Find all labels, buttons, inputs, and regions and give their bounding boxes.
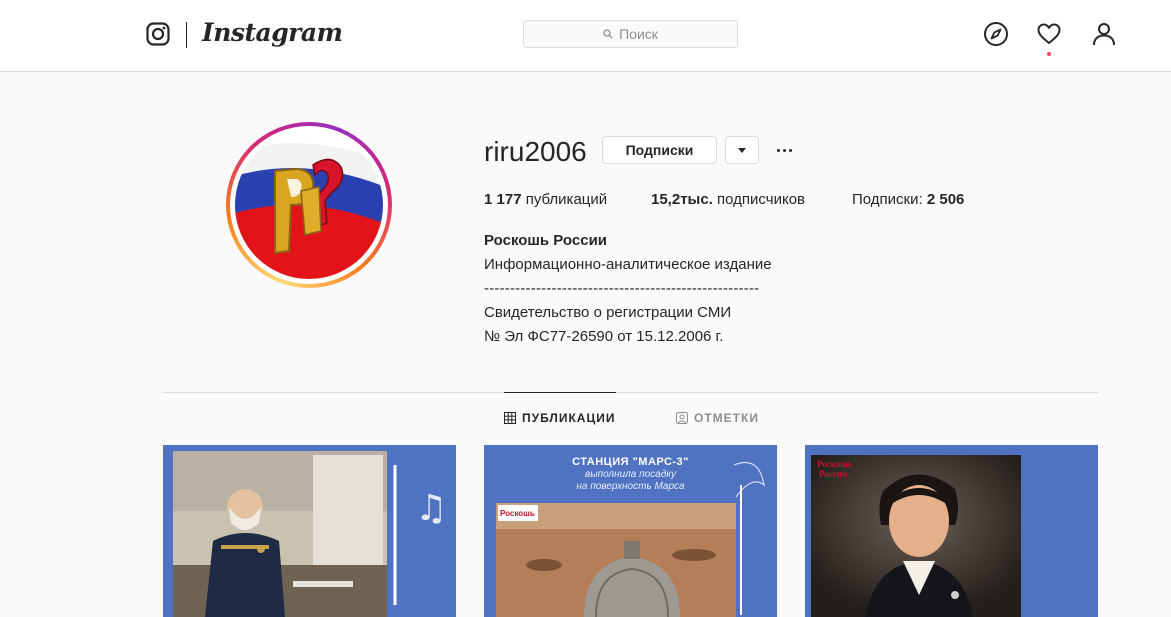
following-button[interactable]: Подписки [602, 136, 717, 164]
post-image-general-portrait: ♫ [163, 445, 456, 617]
posts-label: публикаций [525, 191, 608, 208]
tab-posts-label: ПУБЛИКАЦИИ [522, 411, 616, 425]
posts-count-stat: 1 177 публикаций [484, 191, 607, 208]
post-caption-title: СТАНЦИЯ "МАРС-3" [572, 456, 689, 468]
search-icon [603, 29, 613, 39]
grid-icon [504, 412, 516, 424]
suggestions-dropdown-button[interactable] [725, 136, 759, 164]
active-tab-indicator [504, 392, 616, 393]
instagram-wordmark[interactable]: Instagram [202, 18, 343, 47]
tab-tagged[interactable]: ОТМЕТКИ [676, 411, 759, 425]
bio-line-4: № Эл ФС77-26590 от 15.12.2006 г. [484, 328, 724, 345]
following-count: 2 506 [926, 191, 965, 208]
post-image-nobleman-portrait: Роскошь России [805, 445, 1098, 617]
notification-dot [1047, 52, 1051, 56]
bio-line-3: Свидетельство о регистрации СМИ [484, 304, 732, 321]
svg-text:Роскошь: Роскошь [500, 509, 535, 518]
avatar [235, 131, 383, 279]
posts-count: 1 177 [484, 191, 522, 208]
bio-line-1: Информационно-аналитическое издание [484, 256, 772, 273]
profile-username: riru2006 [484, 136, 587, 167]
tab-posts[interactable]: ПУБЛИКАЦИИ [504, 411, 615, 425]
followers-link[interactable]: 15,2тыс. подписчиков [651, 191, 805, 208]
user-icon[interactable] [1091, 21, 1117, 47]
profile-full-name: Роскошь России [484, 232, 608, 249]
tab-tagged-label: ОТМЕТКИ [694, 411, 759, 425]
russia-flag-logo-image [235, 131, 383, 279]
instagram-glyph-icon[interactable] [146, 22, 170, 46]
search-placeholder: Поиск [619, 26, 658, 42]
followers-count: 15,2тыс. [651, 191, 713, 208]
logo-divider [186, 22, 187, 48]
heart-icon[interactable] [1036, 21, 1062, 47]
bio-divider-line: ----------------------------------------… [484, 280, 760, 297]
followers-label: подписчиков [717, 191, 806, 208]
post-caption-subtitle: выполнила посадку на поверхность Марса [576, 469, 685, 492]
post-thumbnail[interactable]: ♫ [163, 445, 456, 617]
following-label: Подписки: [852, 191, 923, 208]
more-options-button[interactable] [770, 140, 798, 160]
tabs-divider [163, 392, 1098, 393]
svg-text:♫: ♫ [415, 488, 447, 529]
svg-text:России: России [819, 469, 847, 479]
following-link[interactable]: Подписки: 2 506 [852, 191, 964, 208]
tagged-user-icon [676, 412, 688, 424]
post-thumbnail[interactable]: Роскошь России [805, 445, 1098, 617]
search-input[interactable]: Поиск [523, 20, 738, 48]
post-thumbnail[interactable]: Роскошь СТАНЦИЯ "МАРС-3" выполнила посад… [484, 445, 777, 617]
top-navigation-bar: Instagram Поиск [0, 0, 1171, 72]
compass-icon[interactable] [983, 21, 1009, 47]
svg-text:Роскошь: Роскошь [817, 459, 853, 469]
avatar-story-ring[interactable] [226, 122, 392, 288]
caret-down-icon [738, 147, 746, 153]
